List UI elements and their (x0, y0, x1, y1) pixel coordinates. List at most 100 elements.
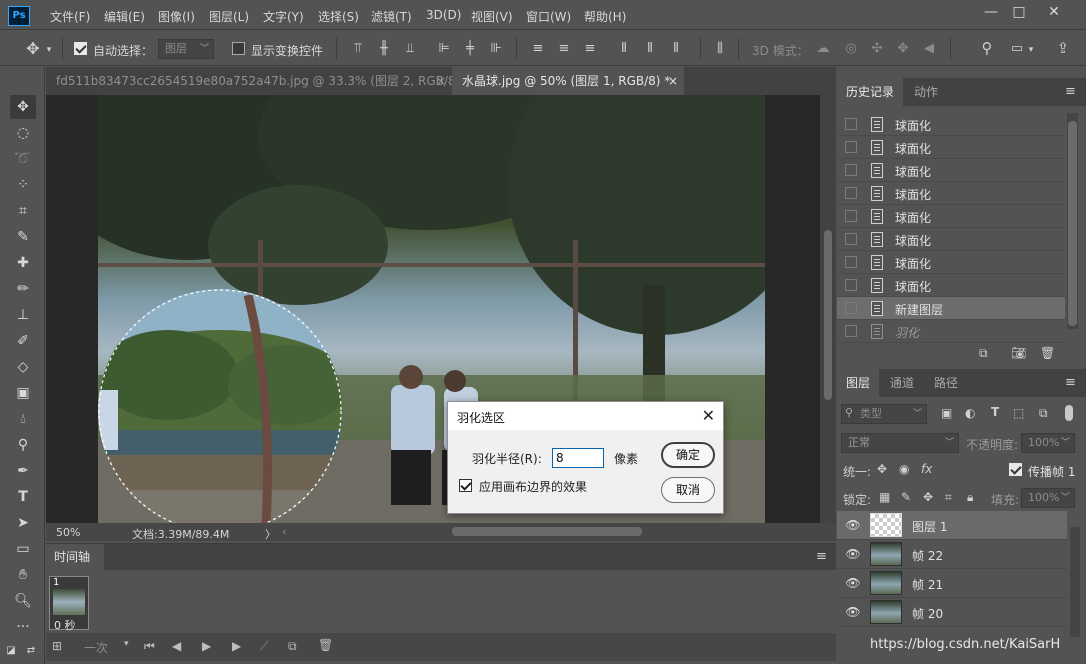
filter-pixel-icon[interactable]: ▣ (941, 406, 952, 420)
history-source-checkbox[interactable] (845, 164, 857, 176)
show-transform-checkbox[interactable] (232, 42, 245, 55)
close-icon[interactable]: × (436, 67, 446, 95)
workspace-icon[interactable]: ▭ (1008, 41, 1026, 57)
snapshot-camera-icon[interactable]: 📷︎ (1011, 346, 1026, 360)
eye-icon[interactable]: 👁︎ (845, 605, 861, 619)
history-item[interactable]: 球面化 (837, 251, 1065, 274)
unify-position-icon[interactable]: ✥ (877, 462, 887, 476)
pen-tool-icon[interactable]: ✒ (10, 459, 36, 483)
unify-style-icon[interactable]: fx (921, 462, 932, 476)
clone-stamp-tool-icon[interactable]: ⊥ (10, 303, 36, 327)
history-source-checkbox[interactable] (845, 210, 857, 222)
ok-button[interactable]: 确定 (661, 442, 715, 468)
canvas-vertical-scrollbar[interactable] (820, 95, 836, 523)
opacity-input[interactable]: 100% (1021, 433, 1075, 453)
history-item[interactable]: 球面化 (837, 159, 1065, 182)
filter-adjustment-icon[interactable]: ◐ (965, 406, 975, 420)
panel-menu-icon[interactable]: ≡ (1065, 84, 1076, 99)
lock-image-icon[interactable]: ✎ (901, 490, 911, 504)
zoom-tool-icon[interactable]: 🔍︎ (10, 589, 36, 613)
tab-document-2[interactable]: 水晶球.jpg @ 50% (图层 1, RGB/8) * × (452, 67, 684, 95)
lock-all-icon[interactable]: 🔒︎ (967, 490, 973, 505)
history-source-checkbox[interactable] (845, 279, 857, 291)
roll-3d-icon[interactable]: ◎ (842, 41, 860, 57)
apply-canvas-bounds-checkbox[interactable] (459, 479, 472, 492)
menu-layer[interactable]: 图层(L) (209, 8, 249, 25)
auto-select-target-dropdown[interactable]: 图层 (158, 39, 214, 59)
close-icon[interactable]: ✕ (702, 406, 715, 425)
scrollbar-thumb[interactable] (1068, 121, 1077, 326)
chevron-down-icon[interactable]: ▾ (124, 639, 129, 649)
trash-icon[interactable]: 🗑︎ (318, 638, 333, 652)
dodge-tool-icon[interactable]: ⚲ (10, 433, 36, 457)
layer-filter-dropdown[interactable]: 类型 (841, 404, 927, 424)
menu-select[interactable]: 选择(S) (318, 8, 359, 25)
chevron-down-icon[interactable]: ▾ (1026, 42, 1036, 58)
tab-history[interactable]: 历史记录 (837, 78, 904, 106)
swap-colors-icon[interactable]: ⇄ (24, 639, 38, 663)
hand-tool-icon[interactable]: ✋︎ (10, 563, 36, 587)
propagate-frame-checkbox[interactable] (1009, 463, 1022, 476)
distribute-hcenter-icon[interactable]: ⦀ (642, 41, 658, 57)
menu-view[interactable]: 视图(V) (471, 8, 513, 25)
history-item[interactable]: 球面化 (837, 274, 1065, 297)
trash-icon[interactable]: 🗑︎ (1040, 346, 1055, 360)
history-source-checkbox[interactable] (845, 256, 857, 268)
layer-row[interactable]: 👁︎ 帧 21 (837, 569, 1067, 598)
unify-visibility-icon[interactable]: ◉ (899, 462, 909, 476)
align-left-icon[interactable]: ⊫ (436, 41, 452, 57)
type-tool-icon[interactable]: T (10, 485, 36, 509)
close-window-button[interactable]: ✕ (1040, 2, 1068, 24)
tab-channels[interactable]: 通道 (881, 369, 923, 397)
search-icon[interactable]: ⚲ (978, 40, 996, 56)
crop-tool-icon[interactable]: ⌗ (10, 199, 36, 223)
layer-name[interactable]: 帧 20 (912, 605, 943, 622)
path-select-tool-icon[interactable]: ➤ (10, 511, 36, 535)
history-item[interactable]: 球面化 (837, 228, 1065, 251)
blend-mode-dropdown[interactable]: 正常 (841, 433, 959, 453)
layer-name[interactable]: 帧 22 (912, 547, 943, 564)
distribute-left-icon[interactable]: ⦀ (616, 41, 632, 57)
eyedropper-tool-icon[interactable]: ✎ (10, 225, 36, 249)
distribute-vcenter-icon[interactable]: ≡ (556, 41, 572, 57)
chevron-down-icon[interactable]: ▾ (44, 42, 54, 58)
tab-actions[interactable]: 动作 (905, 78, 947, 106)
history-source-checkbox[interactable] (845, 325, 857, 337)
menu-filter[interactable]: 滤镜(T) (371, 8, 412, 25)
pan-3d-icon[interactable]: ✣ (868, 41, 886, 57)
loop-option-dropdown[interactable]: 一次 (84, 639, 108, 656)
feather-radius-input[interactable]: 8 (552, 448, 604, 468)
menu-edit[interactable]: 编辑(E) (104, 8, 145, 25)
history-source-checkbox[interactable] (845, 118, 857, 130)
history-brush-tool-icon[interactable]: ✐ (10, 329, 36, 353)
history-item[interactable]: 羽化 (837, 320, 1065, 343)
move-tool-icon[interactable]: ✥ (10, 95, 36, 119)
close-icon[interactable]: × (668, 67, 678, 95)
align-right-icon[interactable]: ⊪ (488, 41, 504, 57)
quick-select-tool-icon[interactable]: ⁘ (10, 173, 36, 197)
filter-type-icon[interactable]: T (991, 405, 999, 419)
lock-transparent-icon[interactable]: ▦ (879, 490, 890, 504)
history-item[interactable]: 球面化 (837, 205, 1065, 228)
horizontal-scrollbar-thumb[interactable] (452, 527, 642, 536)
layer-name[interactable]: 图层 1 (912, 518, 947, 535)
menu-help[interactable]: 帮助(H) (584, 8, 626, 25)
history-scrollbar[interactable] (1067, 113, 1078, 329)
tab-timeline[interactable]: 时间轴 (46, 544, 104, 570)
menu-3d[interactable]: 3D(D) (426, 8, 461, 22)
first-frame-icon[interactable]: ⏮ (144, 639, 155, 654)
cancel-button[interactable]: 取消 (661, 477, 715, 503)
menu-window[interactable]: 窗口(W) (526, 8, 571, 25)
restore-button[interactable]: □ (1005, 2, 1033, 24)
menu-type[interactable]: 文字(Y) (263, 8, 304, 25)
panel-menu-icon[interactable]: ≡ (1065, 375, 1076, 390)
dialog-title-bar[interactable]: 羽化选区 ✕ (448, 402, 723, 430)
move-tool-preset-icon[interactable]: ✥ (24, 41, 42, 57)
blur-tool-icon[interactable]: 💧︎ (10, 407, 36, 431)
minimize-button[interactable]: — (977, 2, 1005, 24)
history-item-selected[interactable]: 新建图层 (837, 297, 1065, 320)
healing-brush-tool-icon[interactable]: ✚ (10, 251, 36, 275)
layers-scrollbar[interactable] (1070, 527, 1080, 637)
gradient-tool-icon[interactable]: ▣ (10, 381, 36, 405)
history-source-checkbox[interactable] (845, 302, 857, 314)
